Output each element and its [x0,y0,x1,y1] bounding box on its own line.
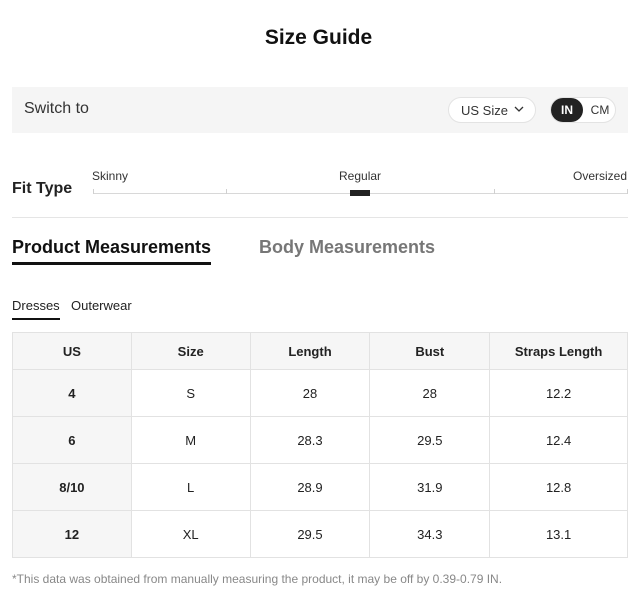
table-row: 4 S 28 28 12.2 [12,369,628,417]
column-header: US [12,332,132,370]
unit-in-button[interactable]: IN [551,98,583,122]
table-cell: 34.3 [369,510,491,558]
tab-body-measurements[interactable]: Body Measurements [259,237,435,262]
table-cell: 31.9 [369,463,491,511]
table-cell: 12.2 [489,369,628,417]
table-cell: 13.1 [489,510,628,558]
measurement-footnote: *This data was obtained from manually me… [12,572,503,586]
size-system-select[interactable]: US Size [448,97,536,123]
table-cell: 4 [12,369,132,417]
table-cell: 29.5 [369,416,491,464]
section-divider [12,217,628,218]
unit-switch-bar: Switch to US Size IN CM [12,87,628,133]
fit-option-oversized[interactable]: Oversized [573,169,627,183]
subtab-dresses[interactable]: Dresses [12,298,60,320]
fit-scale-tick [627,189,628,194]
table-row: 8/10 L 28.9 31.9 12.8 [12,463,628,511]
table-cell: L [130,463,251,511]
fit-scale-tick [226,189,227,194]
table-cell: 12.8 [489,463,628,511]
fit-scale-tick [93,189,94,194]
size-system-value: US Size [461,102,508,118]
column-header: Bust [369,332,491,370]
column-header: Size [130,332,251,370]
column-header: Straps Length [489,332,628,370]
table-cell: 28 [369,369,491,417]
table-row: 12 XL 29.5 34.3 13.1 [12,510,628,558]
fit-option-regular[interactable]: Regular [339,169,381,183]
table-cell: 12 [12,510,132,558]
table-cell: S [130,369,251,417]
table-cell: 28.3 [249,416,371,464]
table-cell: M [130,416,251,464]
fit-type-label: Fit Type [12,180,73,197]
measurements-table: US Size Length Bust Straps Length 4 S 28… [12,332,628,558]
chevron-down-icon [514,105,524,116]
fit-selected-marker [350,190,370,196]
table-cell: 12.4 [489,416,628,464]
table-row: 6 M 28.3 29.5 12.4 [12,416,628,464]
tab-product-measurements[interactable]: Product Measurements [12,237,212,265]
table-cell: 8/10 [12,463,132,511]
page-title: Size Guide [264,26,373,49]
column-header: Length [249,332,371,370]
table-cell: 28 [249,369,371,417]
fit-option-skinny[interactable]: Skinny [92,169,128,183]
table-cell: 28.9 [249,463,371,511]
table-cell: XL [130,510,251,558]
table-header-row: US Size Length Bust Straps Length [12,332,628,370]
unit-cm-button[interactable]: CM [585,98,615,122]
switch-label: Switch to [24,100,89,117]
table-cell: 6 [12,416,132,464]
subtab-outerwear[interactable]: Outerwear [71,298,132,318]
fit-scale-tick [494,189,495,194]
unit-toggle: IN CM [550,97,616,123]
table-cell: 29.5 [249,510,371,558]
